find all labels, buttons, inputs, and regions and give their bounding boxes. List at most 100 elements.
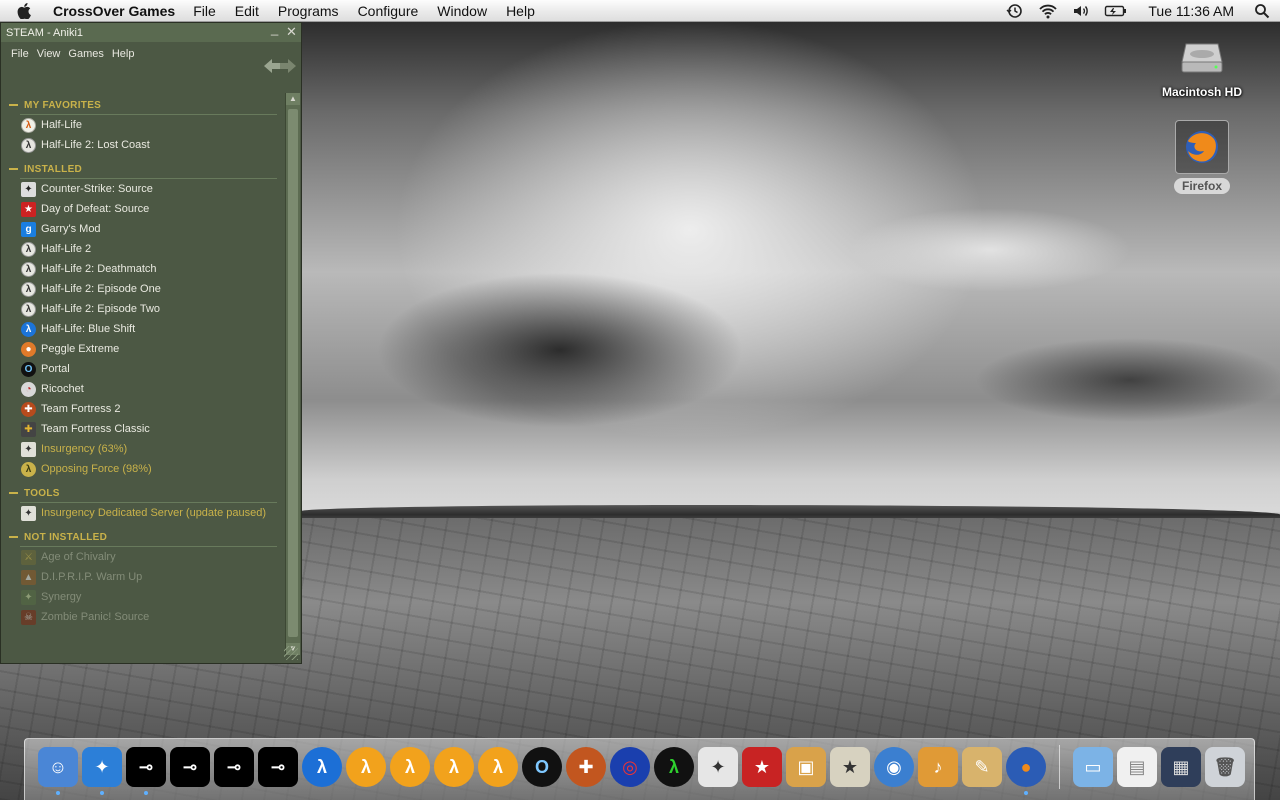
desktop-icon-macintosh-hd[interactable]: Macintosh HD	[1156, 30, 1248, 99]
dock-item-steam-2[interactable]: ⊸	[169, 745, 211, 789]
dock-item-trash[interactable]: 🗑	[1204, 745, 1246, 789]
game-list-item[interactable]: λ Opposing Force (98%)	[5, 459, 285, 479]
battery-icon[interactable]	[1104, 3, 1128, 19]
dock-item-half-life-2-a[interactable]: λ	[345, 745, 387, 789]
dock-item-counter-strike[interactable]: ✦	[697, 745, 739, 789]
game-list-item[interactable]: ◔ Ricochet	[5, 379, 285, 399]
scroll-up-arrow-icon[interactable]: ▲	[286, 93, 300, 105]
dock-item-idvd[interactable]: ◉	[873, 745, 915, 789]
menu-window[interactable]: Window	[437, 3, 487, 19]
collapse-dash-icon[interactable]	[9, 168, 18, 170]
desktop-icon-firefox[interactable]: Firefox	[1156, 120, 1248, 194]
team-fortress-2-icon: ✚	[566, 747, 606, 787]
steam-menu-help[interactable]: Help	[112, 48, 135, 60]
dock-item-half-life-2-d[interactable]: λ	[477, 745, 519, 789]
dock-item-downloads[interactable]: ▦	[1160, 745, 1202, 789]
game-list-item[interactable]: λ Half-Life 2: Lost Coast	[5, 135, 285, 155]
steam-title-bar[interactable]: STEAM - Aniki1 _ ✕	[1, 21, 301, 42]
dock-item-day-of-defeat[interactable]: ★	[741, 745, 783, 789]
menu-programs[interactable]: Programs	[278, 3, 339, 19]
game-list-item[interactable]: λ Half-Life	[5, 115, 285, 135]
dock-item-documents[interactable]: ▤	[1116, 745, 1158, 789]
back-forward-icon	[264, 59, 296, 73]
dock-item-steam-1[interactable]: ⊸	[125, 745, 167, 795]
section-divider	[20, 178, 277, 179]
time-machine-icon[interactable]	[1006, 3, 1024, 19]
scroll-thumb[interactable]	[288, 109, 298, 637]
safari-icon: ✦	[82, 747, 122, 787]
dock-item-finder[interactable]: ☺	[37, 745, 79, 795]
section-header-tools[interactable]: TOOLS	[5, 483, 285, 503]
game-list-item[interactable]: λ Half-Life 2: Episode One	[5, 279, 285, 299]
portal-icon: O	[522, 747, 562, 787]
game-list-item[interactable]: λ Half-Life 2: Deathmatch	[5, 259, 285, 279]
iweb-icon: ✎	[962, 747, 1002, 787]
game-list-item[interactable]: ★ Day of Defeat: Source	[5, 199, 285, 219]
collapse-dash-icon[interactable]	[9, 104, 18, 106]
section-divider	[20, 546, 277, 547]
spotlight-icon[interactable]	[1254, 3, 1270, 19]
wifi-icon[interactable]	[1038, 3, 1058, 19]
steam-menu-view[interactable]: View	[37, 48, 61, 60]
game-list-item[interactable]: O Portal	[5, 359, 285, 379]
game-list-item[interactable]: ✦ Insurgency Dedicated Server (update pau…	[5, 503, 285, 523]
volume-icon[interactable]	[1072, 3, 1090, 19]
app-name-menu[interactable]: CrossOver Games	[53, 3, 175, 19]
library-scrollbar[interactable]: ▲ ▼	[285, 93, 300, 655]
game-list-item[interactable]: λ Half-Life 2	[5, 239, 285, 259]
game-list-item[interactable]: ▲ D.I.P.R.I.P. Warm Up	[5, 567, 285, 587]
dock-item-steam-4[interactable]: ⊸	[257, 745, 299, 789]
game-zps-icon: ☠	[21, 609, 36, 625]
menu-edit[interactable]: Edit	[235, 3, 259, 19]
firefox-icon	[1175, 120, 1229, 174]
dock-item-portal[interactable]: O	[521, 745, 563, 789]
game-gm-icon: g	[21, 221, 36, 237]
section-header-my-favorites[interactable]: MY FAVORITES	[5, 95, 285, 115]
game-list-item[interactable]: ☠ Zombie Panic! Source	[5, 607, 285, 627]
applications-folder-icon: ▭	[1073, 747, 1113, 787]
dock-item-iweb[interactable]: ✎	[961, 745, 1003, 789]
dock-item-half-life-green[interactable]: λ	[653, 745, 695, 789]
menu-configure[interactable]: Configure	[358, 3, 419, 19]
dock-item-safari[interactable]: ✦	[81, 745, 123, 795]
dock: ☺ ✦ ⊸ ⊸ ⊸ ⊸ λ λ λ λ λ O ✚ ◎ λ ✦ ★ ▣ ★ ◉ ♪ ✎ ● ▭ ▤ ▦ 🗑	[24, 738, 1255, 800]
dock-item-peggle[interactable]: ◎	[609, 745, 651, 789]
game-label: Portal	[41, 363, 70, 375]
game-list-item[interactable]: λ Half-Life: Blue Shift	[5, 319, 285, 339]
section-header-not-installed[interactable]: NOT INSTALLED	[5, 527, 285, 547]
game-list-item[interactable]: ✦ Counter-Strike: Source	[5, 179, 285, 199]
apple-menu-icon[interactable]	[17, 2, 39, 19]
steam-menu-file[interactable]: File	[11, 48, 29, 60]
collapse-dash-icon[interactable]	[9, 492, 18, 494]
steam-menu-games[interactable]: Games	[68, 48, 103, 60]
dock-item-iphoto[interactable]: ▣	[785, 745, 827, 789]
resize-grip-icon[interactable]	[284, 646, 298, 660]
close-button[interactable]: ✕	[286, 24, 297, 40]
game-of-icon: λ	[21, 461, 36, 477]
menu-help[interactable]: Help	[506, 3, 535, 19]
game-list-item[interactable]: λ Half-Life 2: Episode Two	[5, 299, 285, 319]
dock-item-half-life-2-b[interactable]: λ	[389, 745, 431, 789]
menu-file[interactable]: File	[193, 3, 216, 19]
dock-item-imovie[interactable]: ★	[829, 745, 871, 789]
menu-bar-clock[interactable]: Tue 11:36 AM	[1148, 3, 1234, 19]
dock-item-applications-folder[interactable]: ▭	[1072, 745, 1114, 789]
minimize-button[interactable]: _	[271, 21, 278, 36]
dock-item-half-life-2-c[interactable]: λ	[433, 745, 475, 789]
game-list-item[interactable]: ● Peggle Extreme	[5, 339, 285, 359]
game-list-item[interactable]: g Garry's Mod	[5, 219, 285, 239]
game-list-item[interactable]: ✦ Insurgency (63%)	[5, 439, 285, 459]
dock-item-team-fortress-2[interactable]: ✚	[565, 745, 607, 789]
game-list-item[interactable]: ✚ Team Fortress Classic	[5, 419, 285, 439]
dock-item-garageband[interactable]: ♪	[917, 745, 959, 789]
collapse-dash-icon[interactable]	[9, 536, 18, 538]
game-list-item[interactable]: ✦ Synergy	[5, 587, 285, 607]
back-forward-arrows[interactable]	[263, 57, 297, 75]
game-list-item[interactable]: ⚔ Age of Chivalry	[5, 547, 285, 567]
dock-item-steam-3[interactable]: ⊸	[213, 745, 255, 789]
section-header-installed[interactable]: INSTALLED	[5, 159, 285, 179]
game-label: Day of Defeat: Source	[41, 203, 150, 215]
dock-item-firefox[interactable]: ●	[1005, 745, 1047, 795]
game-list-item[interactable]: ✚ Team Fortress 2	[5, 399, 285, 419]
dock-item-half-life-blue[interactable]: λ	[301, 745, 343, 789]
